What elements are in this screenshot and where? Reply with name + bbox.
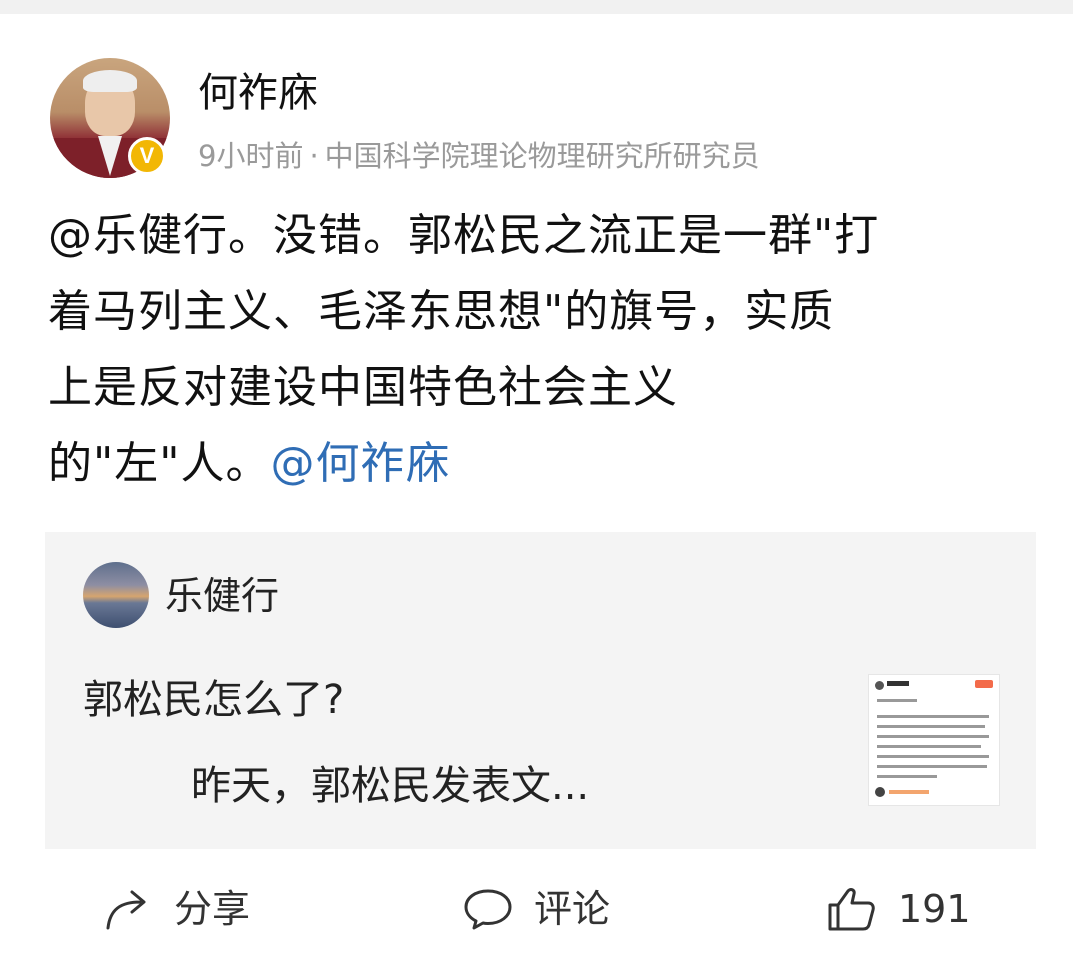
thumbnail-text-line xyxy=(877,765,987,768)
thumbnail-text-line xyxy=(877,715,989,718)
quoted-author-name[interactable]: 乐健行 xyxy=(165,570,279,622)
post-time: 9小时前 xyxy=(198,139,304,173)
mention-link[interactable]: @何祚庥 xyxy=(270,438,450,489)
thumbnail-text-line xyxy=(877,735,989,738)
meta-separator: · xyxy=(309,139,319,173)
quoted-post-title: 郭松民怎么了? xyxy=(83,677,345,723)
thumbnail-footer-avatar xyxy=(875,787,885,797)
thumbnail-footer-text xyxy=(889,790,929,794)
post-text-line: 上是反对建设中国特色社会主义 xyxy=(48,362,678,413)
post-text-line-last: 的"左"人。@何祚庥 xyxy=(48,426,1038,502)
thumbnail-text-line xyxy=(877,755,989,758)
post-text-line: 着马列主义、毛泽东思想"的旗号，实质 xyxy=(48,286,835,337)
thumbnail-text-line xyxy=(877,699,917,702)
quoted-post-snippet: 昨天，郭松民发表文... xyxy=(191,763,590,809)
post-text-tail: 的"左"人。 xyxy=(48,438,271,489)
thumbnail-avatar xyxy=(875,681,884,690)
thumbnail-text-line xyxy=(877,725,985,728)
author-title: 中国科学院理论物理研究所研究员 xyxy=(324,139,760,173)
like-button[interactable]: 191 xyxy=(826,883,971,935)
thumbs-up-icon xyxy=(828,888,875,931)
share-button[interactable]: 分享 xyxy=(104,883,250,935)
post-meta: 9小时前 · 中国科学院理论物理研究所研究员 xyxy=(198,136,760,176)
action-bar: 分享 评论 191 xyxy=(0,875,1073,955)
verified-badge-icon: V xyxy=(128,137,166,175)
top-divider-bar xyxy=(0,0,1073,14)
thumbnail-follow-button xyxy=(975,680,993,688)
share-label: 分享 xyxy=(174,887,251,931)
like-count: 191 xyxy=(898,887,971,931)
thumbnail-name-bar xyxy=(887,681,909,686)
quoted-author-avatar[interactable] xyxy=(83,562,149,628)
quoted-post-card[interactable]: 乐健行 郭松民怎么了? 昨天，郭松民发表文... xyxy=(45,532,1036,849)
post-text-line: @乐健行。没错。郭松民之流正是一群"打 xyxy=(48,210,880,261)
comment-button[interactable]: 评论 xyxy=(462,883,610,935)
post-body: @乐健行。没错。郭松民之流正是一群"打 着马列主义、毛泽东思想"的旗号，实质 上… xyxy=(48,198,1038,502)
author-name[interactable]: 何祚庥 xyxy=(198,66,318,120)
quoted-post-thumbnail[interactable] xyxy=(868,674,1000,806)
thumbnail-text-line xyxy=(877,745,981,748)
comment-bubble-icon xyxy=(464,889,512,930)
share-arrow-icon xyxy=(106,890,146,930)
avatar-hair xyxy=(83,70,137,92)
thumbnail-text-line xyxy=(877,775,937,778)
comment-label: 评论 xyxy=(534,887,611,931)
